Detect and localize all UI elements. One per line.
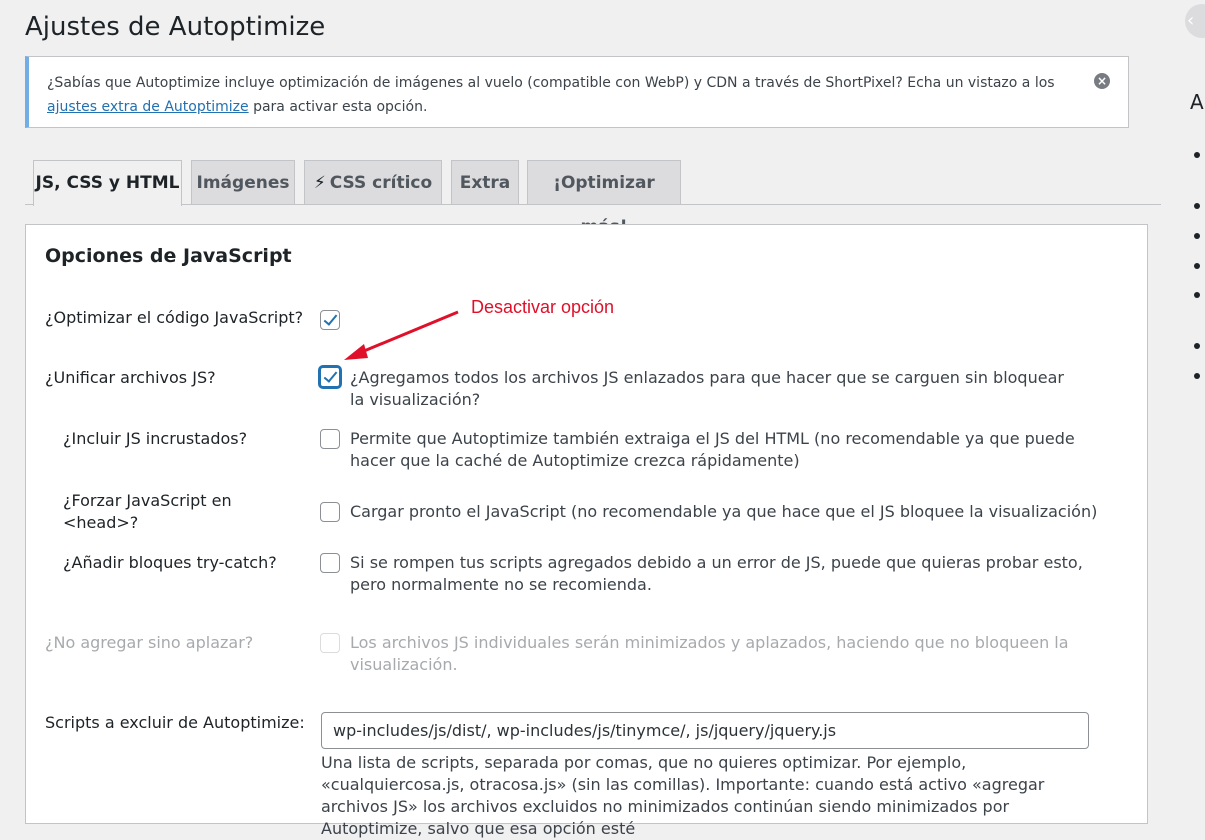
exclude-scripts-help: Una lista de scripts, separada por comas… <box>321 753 1045 838</box>
tab-optimize-more[interactable]: ¡Optimizar más! <box>527 160 681 237</box>
bullet-icon <box>1194 203 1200 209</box>
defer-js-label: ¿No agregar sino aplazar? <box>45 633 254 652</box>
exclude-scripts-label: Scripts a excluir de Autoptimize: <box>45 713 305 732</box>
tab-critical-css-label: CSS crítico <box>329 173 433 193</box>
notice-text: ¿Sabías que Autoptimize incluye optimiza… <box>47 75 1055 91</box>
tab-critical-css[interactable]: ⚡ CSS crítico <box>304 160 442 204</box>
tab-images[interactable]: Imágenes <box>191 160 295 204</box>
lightning-icon: ⚡ <box>313 173 326 193</box>
defer-js-description: Los archivos JS individuales serán minim… <box>350 633 1069 674</box>
try-catch-label: ¿Añadir bloques try-catch? <box>63 553 277 572</box>
force-js-head-label: ¿Forzar JavaScript en <head>? <box>45 490 273 534</box>
force-js-head-checkbox[interactable] <box>320 502 340 522</box>
try-catch-checkbox[interactable] <box>320 553 340 573</box>
bullet-icon <box>1194 233 1200 239</box>
section-title: Opciones de JavaScript <box>45 245 292 267</box>
bullet-icon <box>1194 263 1200 269</box>
annotation-label: Desactivar opción <box>471 297 615 317</box>
settings-tabs: JS, CSS y HTML Imágenes ⚡ CSS crítico Ext… <box>25 159 1161 237</box>
sidebar-heading: A <box>1190 90 1204 114</box>
optimize-js-label: ¿Optimizar el código JavaScript? <box>45 308 304 327</box>
include-inline-js-description: Permite que Autoptimize también extraiga… <box>350 429 1075 470</box>
try-catch-description: Si se rompen tus scripts agregados debid… <box>350 553 1083 594</box>
force-js-head-label-text: ¿Forzar JavaScript en <head>? <box>63 491 232 532</box>
force-js-head-description: Cargar pronto el JavaScript (no recomend… <box>350 502 1098 521</box>
bullet-icon <box>1194 292 1200 298</box>
dismiss-icon[interactable]: × <box>1094 73 1110 89</box>
bullet-icon <box>1194 152 1200 158</box>
notice-text-end: para activar esta opción. <box>248 99 428 115</box>
include-inline-js-label: ¿Incluir JS incrustados? <box>63 429 248 448</box>
annotation-arrow-icon <box>344 310 459 360</box>
notice-link[interactable]: ajustes extra de Autoptimize <box>47 99 249 115</box>
tab-extra[interactable]: Extra <box>451 160 519 204</box>
exclude-scripts-input[interactable]: wp-includes/js/dist/, wp-includes/js/tin… <box>321 712 1089 749</box>
info-notice: ¿Sabías que Autoptimize incluye optimiza… <box>25 56 1129 128</box>
aggregate-js-description: ¿Agregamos todos los archivos JS enlazad… <box>350 368 1064 409</box>
tab-js-css-html[interactable]: JS, CSS y HTML <box>33 160 182 206</box>
defer-js-checkbox <box>320 633 340 653</box>
include-inline-js-checkbox[interactable] <box>320 429 340 449</box>
page-title: Ajustes de Autoptimize <box>25 12 326 42</box>
aggregate-js-label: ¿Unificar archivos JS? <box>45 368 216 387</box>
bullet-icon <box>1194 373 1200 379</box>
bullet-icon <box>1194 343 1200 349</box>
collapse-sidebar-icon[interactable]: ‹ <box>1185 4 1205 38</box>
